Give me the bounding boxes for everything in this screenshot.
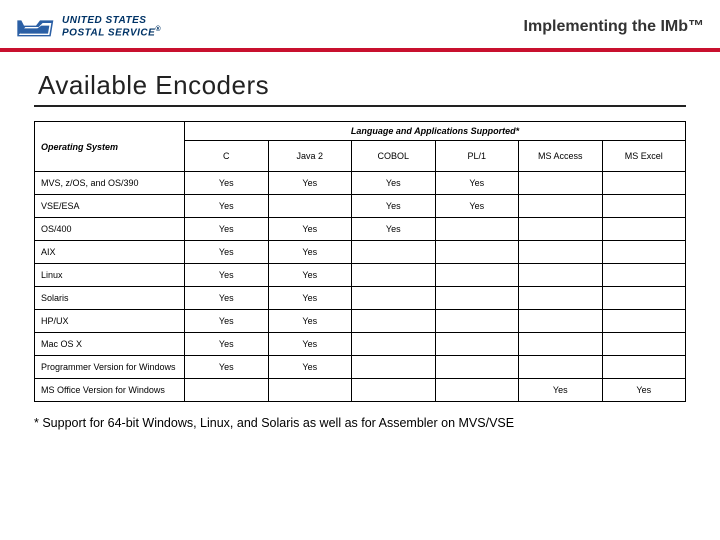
value-cell: Yes xyxy=(268,333,352,356)
value-cell: Yes xyxy=(185,287,269,310)
table-row: VSE/ESAYesYesYes xyxy=(35,195,686,218)
value-cell: Yes xyxy=(268,172,352,195)
logo-line2: POSTAL SERVICE® xyxy=(62,26,161,38)
col-header: MS Access xyxy=(519,141,603,172)
value-cell xyxy=(519,241,603,264)
value-cell xyxy=(268,379,352,402)
value-cell xyxy=(352,310,436,333)
encoders-table: Operating System Language and Applicatio… xyxy=(34,121,686,402)
value-cell xyxy=(602,356,686,379)
value-cell xyxy=(435,241,519,264)
col-header: COBOL xyxy=(352,141,436,172)
value-cell xyxy=(185,379,269,402)
value-cell: Yes xyxy=(602,379,686,402)
value-cell xyxy=(435,333,519,356)
os-cell: Linux xyxy=(35,264,185,287)
value-cell: Yes xyxy=(352,218,436,241)
value-cell xyxy=(519,333,603,356)
value-cell xyxy=(352,379,436,402)
value-cell xyxy=(602,195,686,218)
table-row: LinuxYesYes xyxy=(35,264,686,287)
value-cell xyxy=(352,333,436,356)
col-header: Java 2 xyxy=(268,141,352,172)
footnote: * Support for 64-bit Windows, Linux, and… xyxy=(34,416,686,430)
value-cell: Yes xyxy=(435,172,519,195)
value-cell xyxy=(352,264,436,287)
value-cell xyxy=(519,218,603,241)
value-cell: Yes xyxy=(185,172,269,195)
value-cell: Yes xyxy=(268,241,352,264)
value-cell xyxy=(352,287,436,310)
table-row: AIXYesYes xyxy=(35,241,686,264)
value-cell xyxy=(519,264,603,287)
page-title: Implementing the IMb™ xyxy=(524,18,704,36)
value-cell xyxy=(435,379,519,402)
value-cell: Yes xyxy=(185,356,269,379)
usps-logo: UNITED STATES POSTAL SERVICE® xyxy=(16,13,161,41)
value-cell xyxy=(435,218,519,241)
eagle-icon xyxy=(16,13,56,41)
value-cell xyxy=(602,241,686,264)
os-cell: MS Office Version for Windows xyxy=(35,379,185,402)
value-cell xyxy=(602,333,686,356)
value-cell: Yes xyxy=(185,264,269,287)
value-cell xyxy=(519,287,603,310)
value-cell: Yes xyxy=(185,195,269,218)
os-cell: Programmer Version for Windows xyxy=(35,356,185,379)
value-cell: Yes xyxy=(435,195,519,218)
os-cell: Solaris xyxy=(35,287,185,310)
value-cell: Yes xyxy=(268,218,352,241)
value-cell: Yes xyxy=(268,356,352,379)
value-cell xyxy=(602,310,686,333)
value-cell: Yes xyxy=(185,241,269,264)
value-cell xyxy=(519,310,603,333)
value-cell: Yes xyxy=(268,310,352,333)
value-cell: Yes xyxy=(352,172,436,195)
os-cell: Mac OS X xyxy=(35,333,185,356)
value-cell xyxy=(602,172,686,195)
value-cell: Yes xyxy=(185,333,269,356)
value-cell xyxy=(352,356,436,379)
value-cell: Yes xyxy=(185,310,269,333)
value-cell: Yes xyxy=(519,379,603,402)
value-cell xyxy=(268,195,352,218)
value-cell xyxy=(519,356,603,379)
table-row: MS Office Version for Windows YesYes xyxy=(35,379,686,402)
value-cell: Yes xyxy=(268,264,352,287)
header: UNITED STATES POSTAL SERVICE® Implementi… xyxy=(0,0,720,48)
logo-line1: UNITED STATES xyxy=(62,16,161,26)
table-row: Programmer Version for WindowsYesYes xyxy=(35,356,686,379)
value-cell xyxy=(352,241,436,264)
value-cell xyxy=(435,310,519,333)
table-row: SolarisYesYes xyxy=(35,287,686,310)
value-cell xyxy=(602,218,686,241)
value-cell: Yes xyxy=(185,218,269,241)
table-row: OS/400YesYesYes xyxy=(35,218,686,241)
table-row: HP/UXYesYes xyxy=(35,310,686,333)
value-cell: Yes xyxy=(352,195,436,218)
col-header: MS Excel xyxy=(602,141,686,172)
table-row: MVS, z/OS, and OS/390YesYesYesYes xyxy=(35,172,686,195)
os-cell: HP/UX xyxy=(35,310,185,333)
table-row: Mac OS XYesYes xyxy=(35,333,686,356)
os-cell: MVS, z/OS, and OS/390 xyxy=(35,172,185,195)
value-cell xyxy=(435,264,519,287)
value-cell: Yes xyxy=(268,287,352,310)
os-cell: AIX xyxy=(35,241,185,264)
os-cell: OS/400 xyxy=(35,218,185,241)
col-header: C xyxy=(185,141,269,172)
value-cell xyxy=(602,264,686,287)
value-cell xyxy=(602,287,686,310)
section-title: Available Encoders xyxy=(34,70,686,107)
os-header: Operating System xyxy=(35,122,185,172)
value-cell xyxy=(435,356,519,379)
value-cell xyxy=(519,172,603,195)
lang-header: Language and Applications Supported* xyxy=(185,122,686,141)
os-cell: VSE/ESA xyxy=(35,195,185,218)
col-header: PL/1 xyxy=(435,141,519,172)
value-cell xyxy=(435,287,519,310)
value-cell xyxy=(519,195,603,218)
